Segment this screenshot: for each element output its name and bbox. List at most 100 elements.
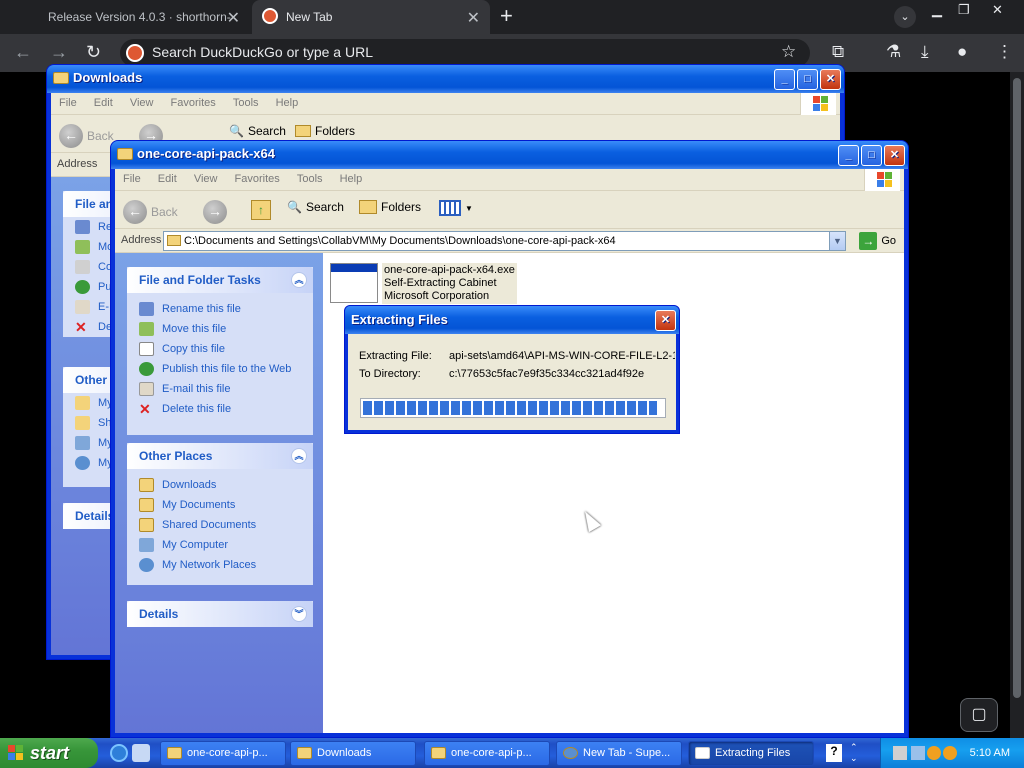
close-tab-icon[interactable]: ✕: [227, 8, 240, 28]
taskbar-item[interactable]: one-core-api-p...: [160, 741, 286, 766]
close-tab-icon[interactable]: ✕: [467, 8, 480, 28]
help-icon[interactable]: ?: [826, 744, 842, 762]
menu-help[interactable]: Help: [276, 93, 299, 113]
minimize-button[interactable]: _: [838, 145, 859, 166]
restore-icon[interactable]: ❐: [958, 2, 970, 18]
back-arrow-icon: ←: [59, 124, 83, 148]
tab-search-icon[interactable]: ⌄: [894, 6, 916, 28]
extensions-icon[interactable]: ⧉: [832, 42, 844, 62]
download-icon[interactable]: ⤓: [921, 42, 929, 62]
cabinet-file-icon[interactable]: [330, 263, 378, 303]
forward-arrow-icon: →: [203, 200, 227, 224]
new-tab-button[interactable]: +: [500, 3, 513, 29]
omnibox-placeholder[interactable]: Search DuckDuckGo or type a URL: [152, 44, 373, 60]
place-downloads[interactable]: Downloads: [127, 475, 313, 495]
file-and-folder-tasks-heading[interactable]: File and Folder Tasks ︽: [127, 267, 313, 293]
taskbar-expand-icon[interactable]: ⌃ ⌄: [850, 742, 858, 764]
menu-icon[interactable]: ⋮: [996, 42, 1013, 62]
minimize-button[interactable]: _: [774, 69, 795, 90]
task-copy[interactable]: Copy this file: [127, 339, 313, 359]
back-button[interactable]: ← Back: [59, 124, 114, 148]
network-tray-icon[interactable]: [893, 746, 907, 760]
task-publish[interactable]: Publish this file to the Web: [127, 359, 313, 379]
task-move[interactable]: Move this file: [127, 319, 313, 339]
menu-file[interactable]: File: [59, 93, 77, 113]
menu-tools[interactable]: Tools: [233, 93, 259, 113]
taskbar-item[interactable]: Downloads: [290, 741, 416, 766]
go-arrow-icon: →: [859, 232, 878, 250]
menu-file[interactable]: File: [123, 169, 141, 189]
internet-explorer-icon[interactable]: [110, 744, 128, 762]
place-my-documents[interactable]: My Documents: [127, 495, 313, 515]
dropdown-arrow-icon: ▼: [465, 203, 473, 213]
network-icon: [139, 558, 154, 572]
close-button[interactable]: ✕: [820, 69, 841, 90]
go-button[interactable]: → Go: [859, 232, 896, 250]
up-folder-button[interactable]: ↑: [251, 200, 271, 220]
dialog-titlebar[interactable]: Extracting Files ✕: [345, 306, 679, 334]
window-titlebar[interactable]: Downloads _ □ ✕: [47, 65, 844, 93]
browser-scrollbar[interactable]: [1010, 72, 1024, 738]
search-button[interactable]: 🔍 Search: [287, 200, 344, 214]
menu-favorites[interactable]: Favorites: [235, 169, 280, 189]
folder-icon: [139, 478, 154, 492]
search-button[interactable]: 🔍 Search: [229, 124, 286, 138]
expand-chevron-icon[interactable]: ︾: [291, 606, 307, 622]
menu-tools[interactable]: Tools: [297, 169, 323, 189]
close-button[interactable]: ✕: [884, 145, 905, 166]
window-titlebar[interactable]: one-core-api-pack-x64 _ □ ✕: [111, 141, 908, 169]
details-heading[interactable]: Details ︾: [127, 601, 313, 627]
menu-view[interactable]: View: [194, 169, 218, 189]
maximize-button[interactable]: □: [797, 69, 818, 90]
views-button[interactable]: ▼: [439, 200, 473, 216]
forward-icon[interactable]: →: [50, 42, 68, 63]
to-directory-value: c:\77653c5fac7e9f35c334cc321ad4f92e: [449, 368, 645, 380]
menu-edit[interactable]: Edit: [158, 169, 177, 189]
tray-icon[interactable]: [911, 746, 925, 760]
start-button[interactable]: start: [0, 738, 98, 768]
collapse-chevron-icon[interactable]: ︽: [291, 272, 307, 288]
chat-icon[interactable]: ▢: [960, 698, 998, 732]
folder-icon: [167, 235, 181, 246]
close-window-icon[interactable]: ✕: [992, 2, 1003, 18]
task-rename[interactable]: Rename this file: [127, 299, 313, 319]
show-desktop-icon[interactable]: [132, 744, 150, 762]
address-dropdown-icon[interactable]: ▼: [829, 232, 845, 250]
clock[interactable]: 5:10 AM: [970, 747, 1010, 759]
browser-tab-new-tab[interactable]: New Tab ✕: [252, 0, 490, 34]
bookmark-star-icon[interactable]: ☆: [781, 42, 796, 62]
place-shared-documents[interactable]: Shared Documents: [127, 515, 313, 535]
task-delete[interactable]: ✕ Delete this file: [127, 399, 313, 419]
taskbar-item-active[interactable]: Extracting Files: [688, 741, 814, 766]
search-tray-icon[interactable]: [927, 746, 941, 760]
menu-favorites[interactable]: Favorites: [171, 93, 216, 113]
menu-view[interactable]: View: [130, 93, 154, 113]
minimize-icon[interactable]: ▁: [932, 2, 942, 18]
folders-button[interactable]: Folders: [295, 124, 355, 138]
place-my-computer[interactable]: My Computer: [127, 535, 313, 555]
menu-help[interactable]: Help: [340, 169, 363, 189]
profile-icon[interactable]: ●: [957, 42, 967, 62]
maximize-button[interactable]: □: [861, 145, 882, 166]
file-item[interactable]: one-core-api-pack-x64.exe Self-Extractin…: [382, 263, 517, 304]
taskbar-item[interactable]: New Tab - Supe...: [556, 741, 682, 766]
delete-icon: ✕: [139, 401, 151, 417]
folders-button[interactable]: Folders: [359, 200, 421, 214]
close-button[interactable]: ✕: [655, 310, 676, 331]
reload-icon[interactable]: ↻: [86, 42, 101, 63]
forward-button[interactable]: →: [203, 200, 227, 224]
windows-flag-icon: [864, 169, 900, 191]
back-icon[interactable]: ←: [14, 42, 32, 63]
views-icon: [439, 200, 461, 216]
place-network[interactable]: My Network Places: [127, 555, 313, 575]
labs-icon[interactable]: ⚗: [886, 42, 901, 62]
tray-icon[interactable]: [943, 746, 957, 760]
back-button[interactable]: ← Back: [123, 200, 178, 224]
address-input[interactable]: C:\Documents and Settings\CollabVM\My Do…: [163, 231, 846, 251]
task-email[interactable]: E-mail this file: [127, 379, 313, 399]
menu-edit[interactable]: Edit: [94, 93, 113, 113]
collapse-chevron-icon[interactable]: ︽: [291, 448, 307, 464]
taskbar-item[interactable]: one-core-api-p...: [424, 741, 550, 766]
browser-tab-release[interactable]: Release Version 4.0.3 · shorthorn- ✕: [0, 0, 250, 34]
other-places-heading[interactable]: Other Places ︽: [127, 443, 313, 469]
